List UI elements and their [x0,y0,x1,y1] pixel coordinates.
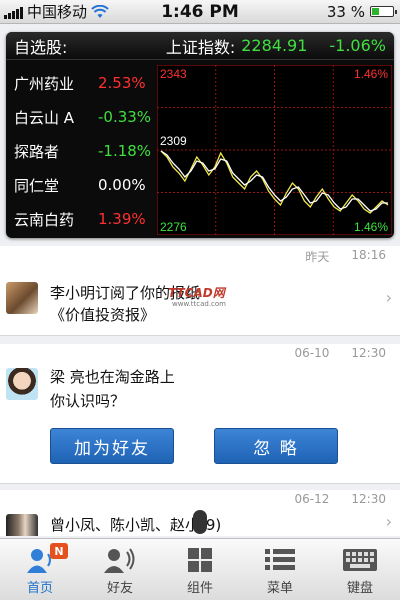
carrier-name: 中国移动 [27,3,88,21]
index-value: 2284.91 [241,36,308,55]
stock-row[interactable]: 白云山 A -0.33% [6,100,156,134]
chart-low-pct: 1.46% [354,220,388,234]
watermark-logo: TTCAD网 [168,286,225,300]
ignore-button[interactable]: 忽 略 [214,428,338,464]
stock-row[interactable]: 探路者 -1.18% [6,134,156,168]
status-bar: 中国移动 1:46 PM 33 % [0,0,400,24]
feed-time: 18:16 [351,248,386,262]
wifi-icon [91,4,109,18]
tab-home[interactable]: N 首页 [0,539,80,600]
chart-high-pct: 1.46% [354,67,388,81]
microphone-icon[interactable] [193,510,207,534]
watchlist-title: 自选股: [14,37,68,57]
stock-change: 1.39% [98,210,146,228]
watchlist: 广州药业 2.53% 白云山 A -0.33% 探路者 -1.18% 同仁堂 0… [6,66,156,236]
stock-name: 同仁堂 [14,176,60,195]
index-intraday-chart[interactable]: 2343 1.46% 2309 2276 1.46% [157,65,392,235]
stock-row[interactable]: 同仁堂 0.00% [6,168,156,202]
chevron-right-icon[interactable]: › [386,288,392,307]
stock-row[interactable]: 云南白药 1.39% [6,202,156,236]
tab-menu[interactable]: 菜单 [240,539,320,600]
keyboard-icon [343,546,377,574]
feed-timestamp: 昨天 18:16 [305,248,386,265]
tab-label: 首页 [26,581,53,596]
feed-timestamp: 06-12 12:30 [295,492,386,506]
feed-time: 12:30 [351,492,386,506]
stock-widget[interactable]: 自选股: 上证指数: 2284.91 -1.06% 广州药业 2.53% 白云山… [6,32,394,238]
tab-bar: N 首页 好友 组件 菜单 键盘 [0,538,400,600]
friends-icon [102,546,138,574]
battery-icon [370,6,397,17]
feed-timestamp: 06-10 12:30 [295,346,386,360]
chart-high-label: 2343 [160,67,187,81]
stock-change: -0.33% [98,108,152,126]
tab-widgets[interactable]: 组件 [160,539,240,600]
menu-list-icon [265,546,295,574]
feed-text-line2[interactable]: 《价值投资报》 [50,304,155,325]
chevron-right-icon[interactable]: › [386,512,392,531]
feed-text-line1: 梁 亮也在淘金路上 [50,368,175,386]
tab-friends[interactable]: 好友 [80,539,160,600]
feed-date: 06-12 [294,492,330,506]
signal-strength-icon [4,5,23,19]
stock-row[interactable]: 广州药业 2.53% [6,66,156,100]
tab-label: 键盘 [346,581,373,596]
battery-percent: 33 % [326,2,365,21]
stock-widget-header: 自选股: 上证指数: 2284.91 -1.06% [6,32,394,60]
watermark-url: www.ttcad.com [172,300,227,308]
clock: 1:46 PM [161,1,239,22]
stock-name: 探路者 [14,142,60,161]
notification-badge: N [50,543,68,559]
tab-keyboard[interactable]: 键盘 [320,539,400,600]
index-name: 上证指数: [165,37,236,57]
tab-label: 好友 [106,581,133,596]
tab-label: 组件 [186,581,213,596]
add-friend-button[interactable]: 加为好友 [50,428,174,464]
stock-name: 白云山 A [14,108,75,127]
feed-date: 昨天 [305,250,330,264]
avatar[interactable] [6,514,38,536]
avatar[interactable] [6,368,38,400]
stock-name: 云南白药 [14,210,75,229]
stock-change: -1.18% [98,142,152,160]
grid-icon [187,546,213,574]
feed-text-line2: 你认识吗？ [50,392,126,410]
chart-mid-label: 2309 [160,134,187,148]
feed-date: 06-10 [294,346,330,360]
stock-change: 2.53% [98,74,146,92]
index-change: -1.06% [329,36,386,55]
chart-low-label: 2276 [160,220,187,234]
feed-item-subscription[interactable]: 昨天 18:16 李小明订阅了你的报纸 《价值投资报》 TTCAD网 www.t… [0,246,400,336]
activity-feed[interactable]: 昨天 18:16 李小明订阅了你的报纸 《价值投资报》 TTCAD网 www.t… [0,246,400,536]
tab-label: 菜单 [266,581,293,596]
stock-change: 0.00% [98,176,146,194]
avatar[interactable] [6,282,38,314]
feed-time: 12:30 [351,346,386,360]
stock-name: 广州药业 [14,74,75,93]
